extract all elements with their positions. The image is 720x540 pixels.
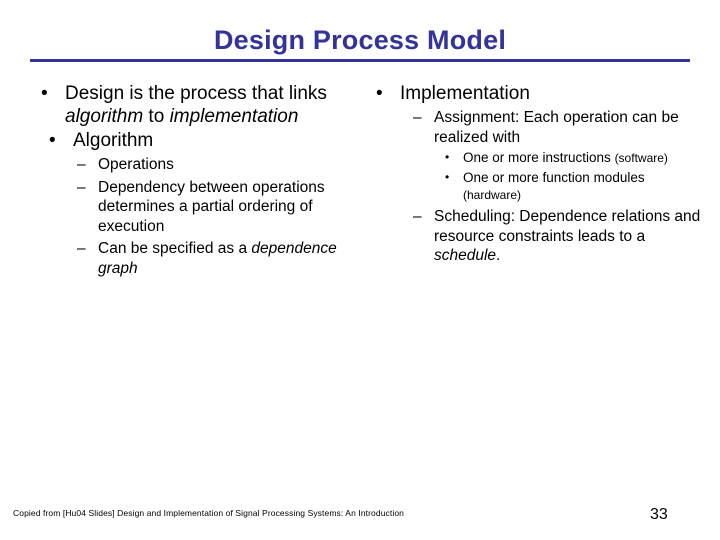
bullet-marker-icon: – (77, 240, 86, 257)
bullet-marker-icon: • (445, 150, 450, 164)
bullet-level2-left-4: – Can be specified as a dependence graph (30, 239, 370, 278)
plain-text: to (143, 106, 170, 127)
bullet-marker-icon: • (445, 170, 450, 184)
bullet-level2-right-1: – Assignment: Each operation can be reali… (362, 108, 702, 147)
emphasis-text: algorithm (65, 106, 144, 127)
plain-text: Operations (98, 156, 174, 173)
plain-text: (hardware) (463, 188, 522, 202)
bullet-level1-right-0: • Implementation (362, 82, 702, 105)
emphasis-text: schedule (434, 247, 497, 264)
title-underline-rule (30, 59, 690, 62)
bullet-marker-icon: • (41, 83, 48, 104)
bullet-level2-left-2: – Operations (30, 155, 370, 175)
bullet-text: Assignment: Each operation can be realiz… (434, 109, 679, 146)
bullet-level2-right-4: – Scheduling: Dependence relations and re… (362, 207, 702, 266)
emphasis-text: implementation (169, 106, 299, 127)
bullet-marker-icon: – (413, 109, 422, 126)
bullet-text: One or more function modules (hardware) (463, 170, 645, 202)
plain-text: . (496, 247, 501, 264)
plain-text: Dependency between operations determines… (98, 178, 325, 235)
bullet-text: Implementation (400, 83, 530, 104)
bullet-marker-icon: • (376, 83, 383, 104)
bullet-marker-icon: – (77, 178, 86, 196)
plain-text: Algorithm (73, 130, 154, 151)
footer-attribution: Copied from [Hu04 Slides] Design and Imp… (13, 508, 404, 518)
bullet-marker-icon: – (77, 156, 86, 173)
bullet-level2-left-3: – Dependency between operations determine… (30, 178, 370, 237)
plain-text: One or more function modules (463, 170, 645, 185)
left-content-column: • Design is the process that links algori… (30, 82, 370, 278)
bullet-text: Dependency between operations determines… (98, 179, 325, 235)
plain-text: (software) (614, 151, 668, 165)
page-title: Design Process Model (213, 25, 507, 55)
page-number: 33 (650, 506, 668, 523)
plain-text: Assignment: Each operation can be realiz… (434, 109, 679, 146)
right-content-column: • Implementation – Assignment: Each operati… (362, 82, 702, 266)
bullet-text: One or more instructions (software) (463, 150, 668, 165)
plain-text: Scheduling: Dependence relations and res… (434, 208, 701, 245)
bullet-marker-icon: • (49, 130, 56, 151)
bullet-marker-icon: – (413, 208, 422, 225)
plain-text: One or more instructions (463, 150, 615, 165)
bullet-level3-right-3: • One or more function modules (hardware) (362, 169, 702, 204)
bullet-level1-left-1: • Algorithm (30, 129, 370, 152)
plain-text: Can be specified as a (98, 240, 252, 257)
plain-text: Design is the process that links (65, 83, 327, 104)
bullet-level3-right-2: • One or more instructions (software) (362, 149, 702, 167)
bullet-text: Scheduling: Dependence relations and res… (434, 208, 700, 264)
bullet-text: Algorithm (73, 130, 153, 151)
bullet-text: Design is the process that links algorit… (65, 83, 327, 127)
bullet-text: Can be specified as a dependence graph (98, 240, 337, 277)
bullet-level1-left-0: • Design is the process that links algori… (30, 82, 370, 128)
plain-text: Implementation (400, 83, 530, 104)
bullet-text: Operations (98, 156, 174, 173)
